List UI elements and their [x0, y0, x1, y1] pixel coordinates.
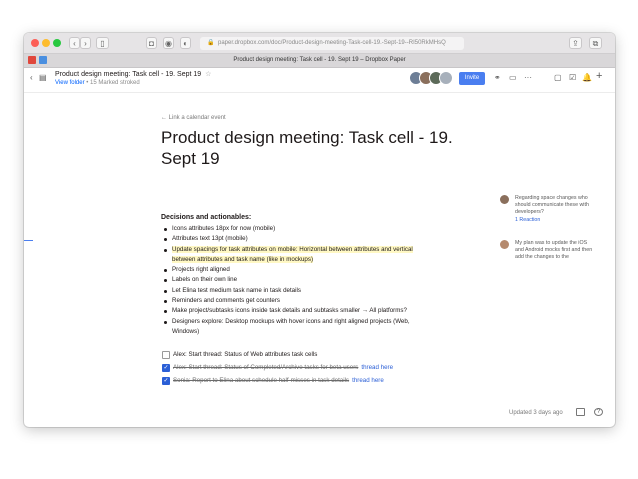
- lock-icon: 🔒: [207, 40, 215, 46]
- avatar[interactable]: [439, 71, 453, 85]
- task-list: Alex: Start thread: Status of Web attrib…: [161, 350, 481, 389]
- task-checkbox[interactable]: [162, 376, 170, 386]
- tab-active[interactable]: Product design meeting: Task cell - 19. …: [24, 54, 615, 67]
- list-item[interactable]: Windows): [161, 327, 461, 337]
- outline-marker: [24, 240, 33, 241]
- thread-link[interactable]: thread here: [352, 377, 384, 384]
- list-item[interactable]: Update spacings for task attributes on m…: [161, 245, 461, 255]
- minimize-window-button[interactable]: [42, 39, 50, 47]
- task-checkbox[interactable]: [162, 363, 170, 373]
- address-bar[interactable]: 🔒 paper.dropbox.com/doc/Product-design-m…: [200, 37, 464, 50]
- url-text: paper.dropbox.com/doc/Product-design-mee…: [218, 40, 446, 46]
- header-doc-title: Product design meeting: Task cell - 19. …: [55, 71, 212, 78]
- list-item[interactable]: Reminders and comments get counters: [161, 296, 461, 306]
- tabs-overview-button[interactable]: ⧉: [589, 37, 602, 49]
- list-item[interactable]: Let Elina test medium task name in task …: [161, 286, 461, 296]
- present-icon[interactable]: ▭: [509, 73, 517, 83]
- help-icon[interactable]: ?: [594, 408, 603, 416]
- plus-icon[interactable]: +: [596, 71, 602, 82]
- task-item[interactable]: Alex: Start thread: Status of Completed/…: [161, 363, 481, 376]
- star-icon[interactable]: ☆: [205, 71, 211, 78]
- forward-button[interactable]: ›: [80, 37, 91, 49]
- pocket-icon[interactable]: ◘: [146, 37, 157, 49]
- doc-meta-text: • 15 Marked stroked: [86, 80, 140, 86]
- reaction-link[interactable]: 1 Reaction: [515, 217, 595, 224]
- back-arrow-icon[interactable]: ‹: [30, 73, 33, 83]
- list-item[interactable]: Make project/subtasks icons inside task …: [161, 306, 461, 316]
- avatar: [500, 195, 509, 204]
- calendar-event-link[interactable]: ← Link a calendar event: [161, 115, 226, 121]
- extension-icon[interactable]: ◉: [163, 37, 174, 49]
- updated-status: Updated 3 days ago: [509, 410, 563, 416]
- sidebar-toggle-button[interactable]: ▯: [96, 37, 109, 49]
- close-window-button[interactable]: [31, 39, 39, 47]
- list-item[interactable]: Labels on their own line: [161, 275, 461, 285]
- more-icon[interactable]: ···: [524, 73, 532, 83]
- keyboard-icon[interactable]: [576, 408, 585, 416]
- thread-link[interactable]: thread here: [361, 364, 393, 371]
- list-item[interactable]: Designers explore: Desktop mockups with …: [161, 317, 461, 327]
- title-bar: ‹ › ▯ ◘ ◉ ◐ 🔒 paper.dropbox.com/doc/Prod…: [24, 33, 615, 54]
- paper-header: ‹ ▤ Product design meeting: Task cell - …: [24, 68, 615, 93]
- decisions-list: Icons attributes 18px for now (mobile) A…: [161, 224, 461, 337]
- list-item[interactable]: Attributes text 13pt (mobile): [161, 234, 461, 244]
- task-item[interactable]: Alex: Start thread: Status of Web attrib…: [161, 350, 481, 363]
- task-checkbox[interactable]: [162, 351, 170, 359]
- invite-button[interactable]: Invite: [459, 72, 485, 85]
- comment-text: My plan was to update the iOS and Androi…: [515, 240, 593, 261]
- link-icon[interactable]: ⚭: [494, 73, 501, 83]
- task-item[interactable]: Sonia: Report to Elina about schedule ha…: [161, 376, 481, 389]
- page-title[interactable]: Product design meeting: Task cell - 19. …: [161, 127, 491, 169]
- shield-icon[interactable]: ◐: [180, 37, 191, 49]
- zoom-window-button[interactable]: [53, 39, 61, 47]
- sidebar-panel-icon[interactable]: ▤: [39, 73, 47, 83]
- tab-bar: Product design meeting: Task cell - 19. …: [24, 54, 615, 68]
- list-item[interactable]: Projects right aligned: [161, 265, 461, 275]
- avatar: [500, 240, 509, 249]
- list-item[interactable]: between attributes and task name (like i…: [161, 255, 461, 265]
- share-button[interactable]: ⇪: [569, 37, 582, 49]
- list-item[interactable]: Icons attributes 18px for now (mobile): [161, 224, 461, 234]
- checklist-icon[interactable]: ☑: [569, 73, 576, 83]
- bell-icon[interactable]: 🔔: [582, 73, 592, 83]
- section-heading[interactable]: Decisions and actionables:: [161, 214, 251, 221]
- view-folder-link[interactable]: View folder: [55, 80, 85, 86]
- back-button[interactable]: ‹: [69, 37, 80, 49]
- browser-window: ‹ › ▯ ◘ ◉ ◐ 🔒 paper.dropbox.com/doc/Prod…: [24, 33, 615, 427]
- doc-meta: View folder • 15 Marked stroked: [55, 80, 140, 86]
- clipboard-icon[interactable]: ▢: [554, 73, 562, 83]
- comment-text: Regarding space changes who should commu…: [515, 195, 595, 224]
